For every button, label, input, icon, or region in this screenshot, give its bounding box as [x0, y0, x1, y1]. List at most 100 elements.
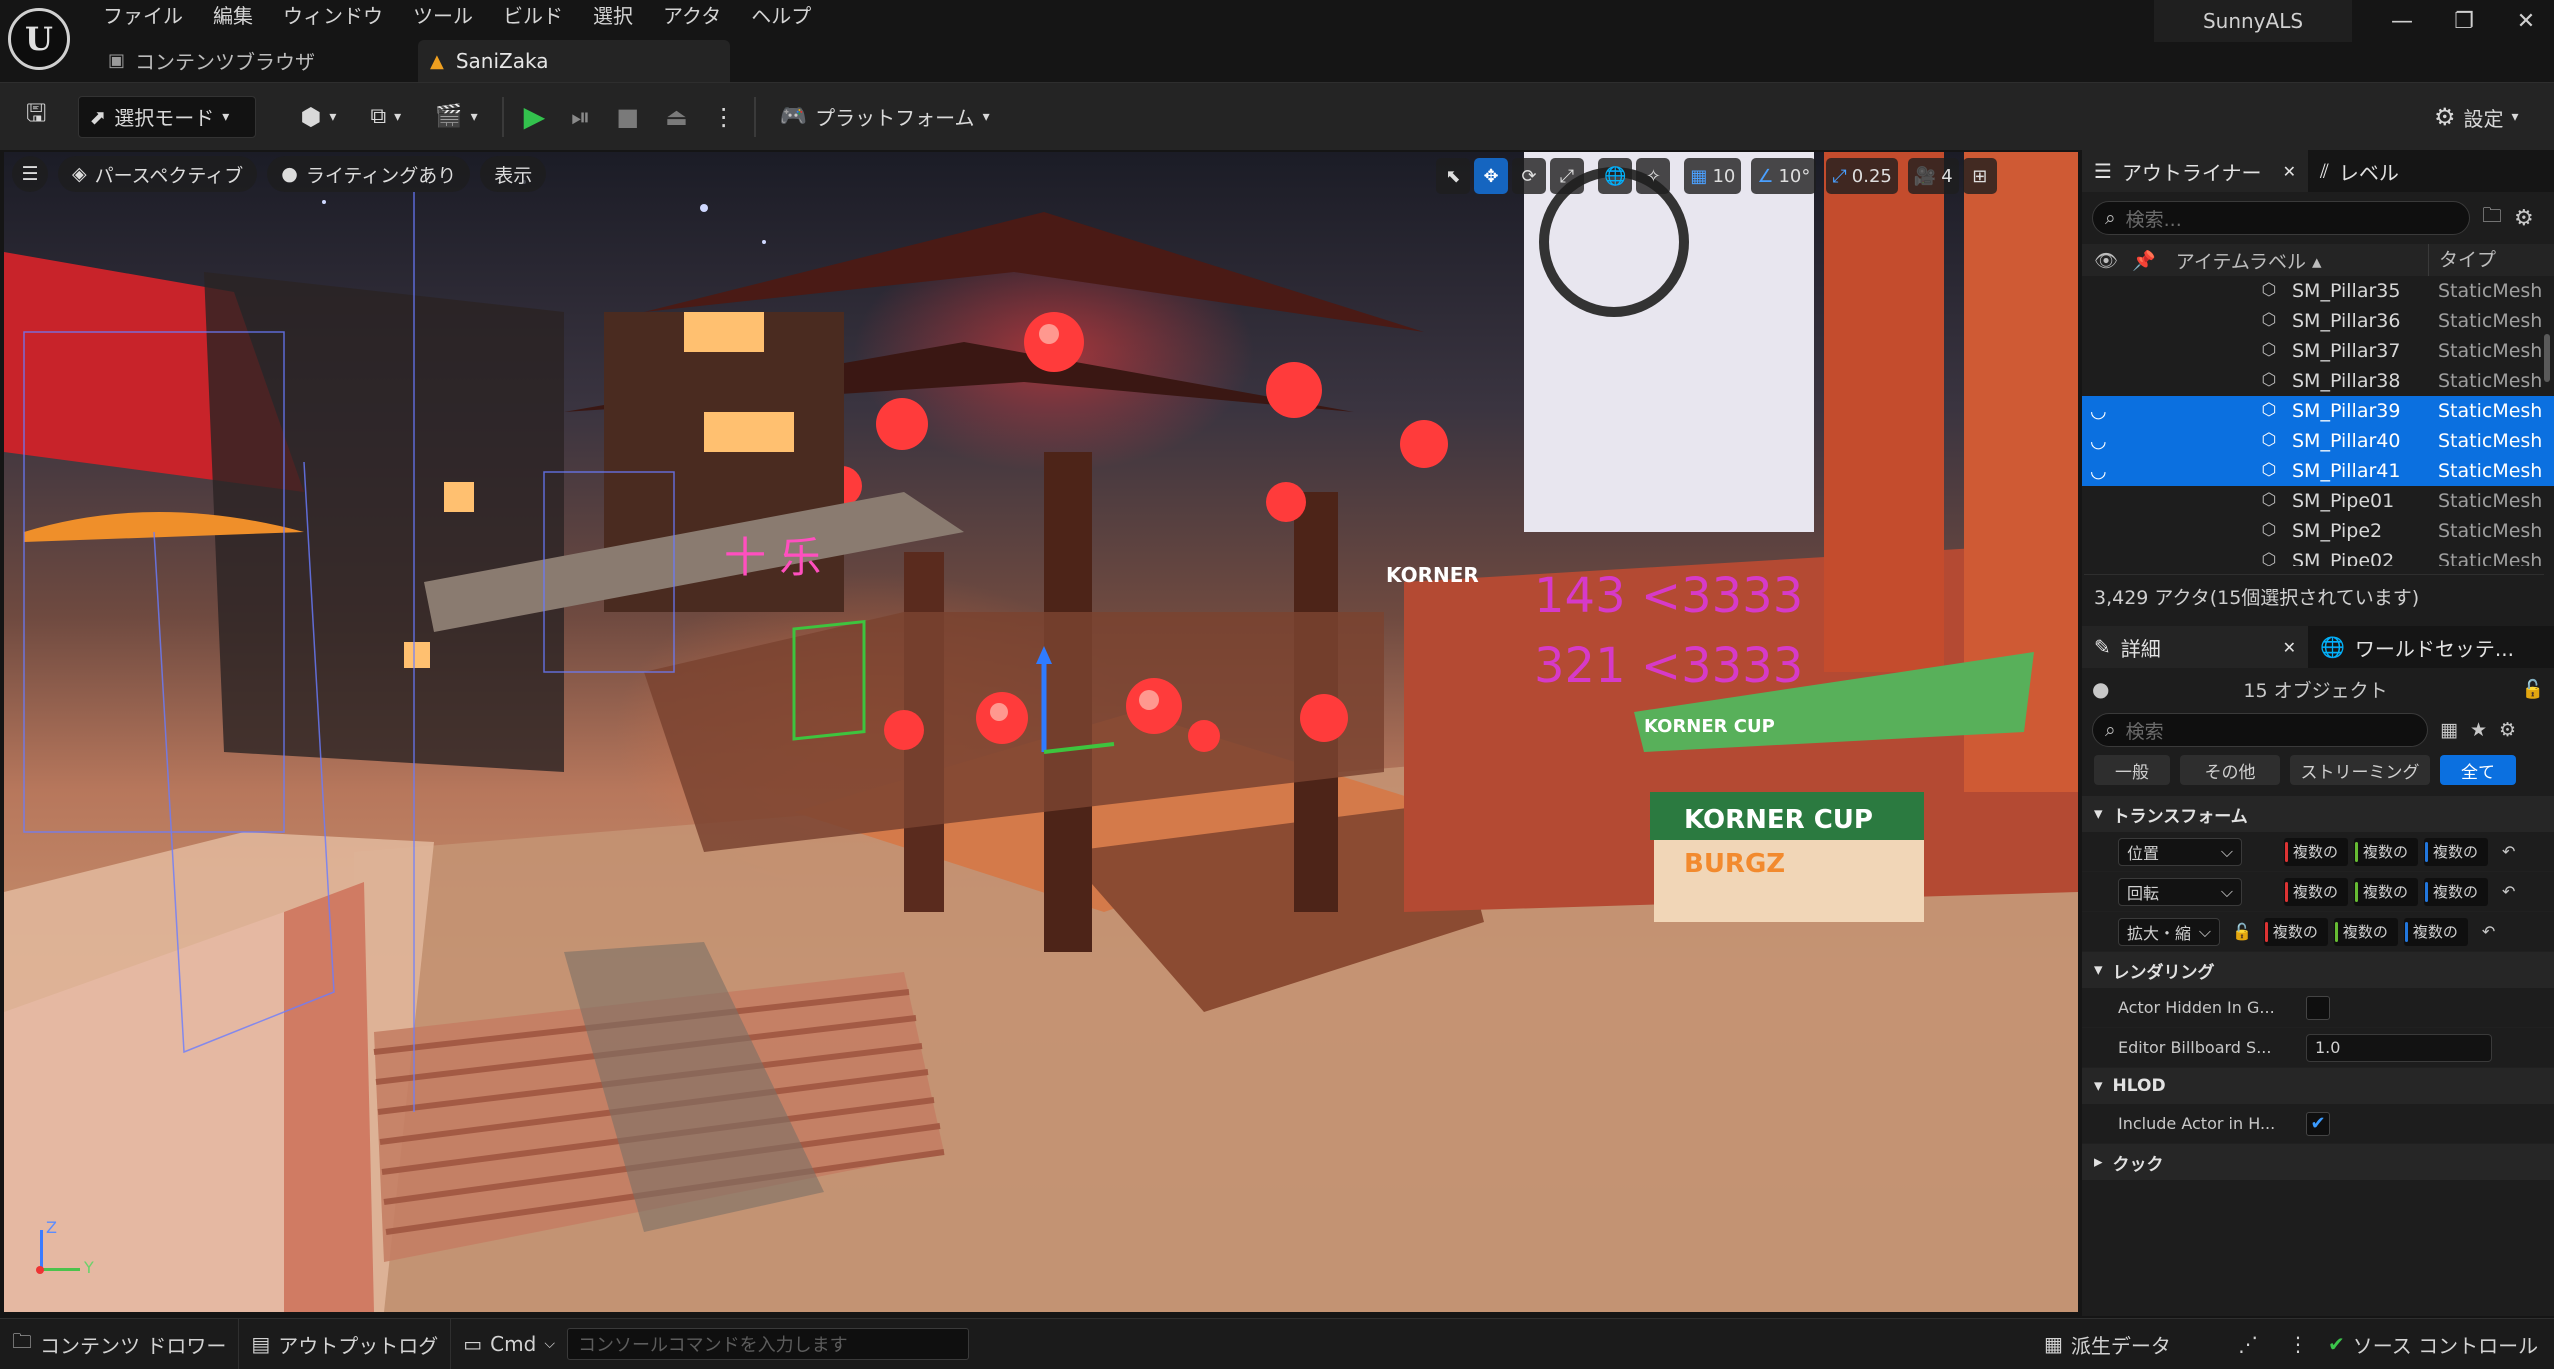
status-more-button[interactable]: ⋮	[2276, 1319, 2320, 1369]
rotation-mode-dropdown[interactable]: 回転 ⌵	[2118, 877, 2242, 906]
perspective-button[interactable]: ◈ パースペクティブ	[58, 156, 258, 192]
select-tool-button[interactable]: ⬉	[1436, 158, 1470, 194]
column-item-label[interactable]: アイテムラベル ▴	[2176, 247, 2322, 274]
rotate-tool-button[interactable]: ⟳	[1512, 158, 1546, 194]
outliner-row[interactable]: ⬡ SM_Pillar37 StaticMesh	[2082, 336, 2554, 366]
save-button[interactable]: 🖫	[16, 96, 56, 138]
visibility-eye-icon[interactable]: 👁	[2094, 249, 2118, 272]
play-button[interactable]: ▶	[518, 96, 552, 138]
scale-lock-icon[interactable]: 🔓	[2232, 922, 2252, 941]
pin-icon[interactable]: 📌	[2132, 249, 2156, 272]
surface-snap-button[interactable]: ✧	[1636, 158, 1671, 194]
scale-mode-dropdown[interactable]: 拡大・縮 ⌵	[2118, 917, 2220, 946]
grid-snap-button[interactable]: ▦ 10	[1684, 158, 1742, 194]
filter-streaming[interactable]: ストリーミング	[2290, 755, 2430, 785]
tab-outliner[interactable]: ☰ アウトライナー ✕	[2082, 150, 2308, 192]
column-type[interactable]: タイプ	[2428, 244, 2496, 276]
menu-window[interactable]: ウィンドウ	[268, 0, 398, 32]
outliner-row[interactable]: ⬡ SM_Pipe02 StaticMesh	[2082, 546, 2554, 566]
tab-world-settings[interactable]: 🌐 ワールドセッテ...	[2308, 626, 2526, 668]
scale-tool-button[interactable]: ⤢	[1550, 158, 1584, 194]
menu-select[interactable]: 選択	[578, 0, 648, 32]
blueprint-button[interactable]: ⧉ ▾	[360, 96, 411, 138]
outliner-row[interactable]: ◡ ⬡ SM_Pillar39 StaticMesh	[2082, 396, 2554, 426]
scale-snap-button[interactable]: ⤢ 0.25	[1826, 158, 1898, 194]
reset-icon[interactable]: ↶	[2482, 922, 2495, 941]
section-rendering[interactable]: ▾ レンダリング	[2082, 952, 2554, 988]
filter-all[interactable]: 全て	[2440, 755, 2516, 785]
rotation-snap-button[interactable]: ∠ 10°	[1751, 158, 1817, 194]
table-view-icon[interactable]: ▦	[2440, 719, 2458, 741]
menu-tools[interactable]: ツール	[398, 0, 488, 32]
filter-general[interactable]: 一般	[2094, 755, 2170, 785]
include-actor-hlod-checkbox[interactable]: ✔	[2306, 1111, 2330, 1136]
restore-button[interactable]: ❐	[2444, 6, 2484, 38]
menu-help[interactable]: ヘルプ	[736, 0, 826, 32]
star-icon[interactable]: ★	[2470, 719, 2487, 741]
outliner-row[interactable]: ⬡ SM_Pipe01 StaticMesh	[2082, 486, 2554, 516]
stop-button[interactable]: ■	[610, 96, 645, 138]
outliner-row[interactable]: ⬡ SM_Pillar35 StaticMesh	[2082, 276, 2554, 306]
world-local-toggle[interactable]: 🌐	[1598, 158, 1633, 194]
reset-icon[interactable]: ↶	[2502, 842, 2515, 861]
translate-tool-button[interactable]: ✥	[1474, 158, 1508, 194]
menu-actor[interactable]: アクタ	[648, 0, 736, 32]
viewport-layout-button[interactable]: ⊞	[1962, 158, 1997, 194]
add-folder-icon[interactable]: 🗀	[2482, 201, 2502, 235]
outliner-row[interactable]: ⬡ SM_Pipe2 StaticMesh	[2082, 516, 2554, 546]
close-button[interactable]: ✕	[2506, 6, 2546, 38]
viewport-menu-button[interactable]: ☰	[12, 156, 48, 192]
outliner-row[interactable]: ◡ ⬡ SM_Pillar41 StaticMesh	[2082, 456, 2554, 486]
visibility-eye-icon[interactable]: ◡	[2090, 430, 2107, 452]
outliner-row[interactable]: ⬡ SM_Pillar38 StaticMesh	[2082, 366, 2554, 396]
menu-build[interactable]: ビルド	[488, 0, 578, 32]
location-mode-dropdown[interactable]: 位置 ⌵	[2118, 837, 2242, 866]
outliner-row[interactable]: ⬡ SM_Pillar36 StaticMesh	[2082, 306, 2554, 336]
eject-button[interactable]: ⏏	[659, 96, 694, 138]
section-cook[interactable]: ▸ クック	[2082, 1144, 2554, 1180]
source-control-button[interactable]: ✔ ソース コントロール	[2316, 1319, 2550, 1369]
tab-level-sanizaka[interactable]: ▲ SaniZaka	[418, 40, 730, 82]
cmd-dropdown[interactable]: ▭ Cmd ⌵	[450, 1318, 567, 1369]
actor-hidden-checkbox[interactable]	[2306, 995, 2330, 1020]
menu-file[interactable]: ファイル	[88, 0, 198, 32]
lighting-mode-button[interactable]: ● ライティングあり	[267, 156, 471, 192]
step-button[interactable]: ⏯	[565, 96, 596, 138]
console-command-input[interactable]: コンソールコマンドを入力します	[566, 1328, 969, 1360]
more-options-button[interactable]: ⋮	[708, 96, 740, 138]
output-log-button[interactable]: ▤ アウトプットログ	[238, 1318, 450, 1369]
close-icon[interactable]: ✕	[2283, 162, 2296, 181]
reset-icon[interactable]: ↶	[2502, 882, 2515, 901]
section-hlod[interactable]: ▾ HLOD	[2082, 1068, 2554, 1104]
derived-data-button[interactable]: ▦ 派生データ	[2032, 1319, 2183, 1369]
details-search-input[interactable]: ⌕ 検索	[2092, 713, 2428, 747]
minimize-button[interactable]: —	[2382, 6, 2422, 38]
revision-control-button[interactable]: ⋰	[2226, 1319, 2270, 1369]
settings-dropdown[interactable]: ⚙ 設定 ▾	[2424, 96, 2529, 138]
visibility-eye-icon[interactable]: ◡	[2090, 400, 2107, 422]
level-viewport[interactable]: KORNER CUP BURGZ KORNER CUP KORNER 143 <…	[4, 152, 2078, 1312]
visibility-eye-icon[interactable]: ◡	[2090, 460, 2107, 482]
lock-icon[interactable]: 🔓	[2522, 679, 2544, 700]
tab-details[interactable]: ✎ 詳細 ✕	[2082, 626, 2308, 668]
outliner-search-input[interactable]: ⌕ 検索...	[2092, 201, 2470, 235]
platform-dropdown[interactable]: 🎮 プラットフォーム ▾	[770, 96, 1000, 138]
outliner-row[interactable]: ◡ ⬡ SM_Pillar40 StaticMesh	[2082, 426, 2554, 456]
billboard-scale-input[interactable]: 1.0	[2306, 1033, 2492, 1062]
scale-y-field[interactable]: 複数の	[2333, 917, 2398, 946]
filter-other[interactable]: その他	[2180, 755, 2280, 785]
camera-speed-button[interactable]: 🎥 4	[1907, 158, 1959, 194]
show-button[interactable]: 表示	[480, 156, 547, 192]
location-z-field[interactable]: 複数の	[2424, 837, 2488, 866]
cinematics-button[interactable]: 🎬 ▾	[425, 96, 487, 138]
unreal-logo-icon[interactable]: U	[8, 8, 70, 70]
gear-icon[interactable]: ⚙	[2514, 206, 2534, 231]
gear-icon[interactable]: ⚙	[2499, 719, 2516, 741]
rotation-y-field[interactable]: 複数の	[2354, 877, 2418, 906]
tab-content-browser[interactable]: ▣ コンテンツブラウザ	[96, 40, 327, 80]
tab-levels[interactable]: ⫽ レベル	[2308, 150, 2411, 192]
content-drawer-button[interactable]: 🗀 コンテンツ ドロワー	[0, 1319, 238, 1369]
outliner-scrollbar[interactable]	[2544, 334, 2550, 382]
menu-edit[interactable]: 編集	[198, 0, 268, 32]
rotation-z-field[interactable]: 複数の	[2424, 877, 2488, 906]
